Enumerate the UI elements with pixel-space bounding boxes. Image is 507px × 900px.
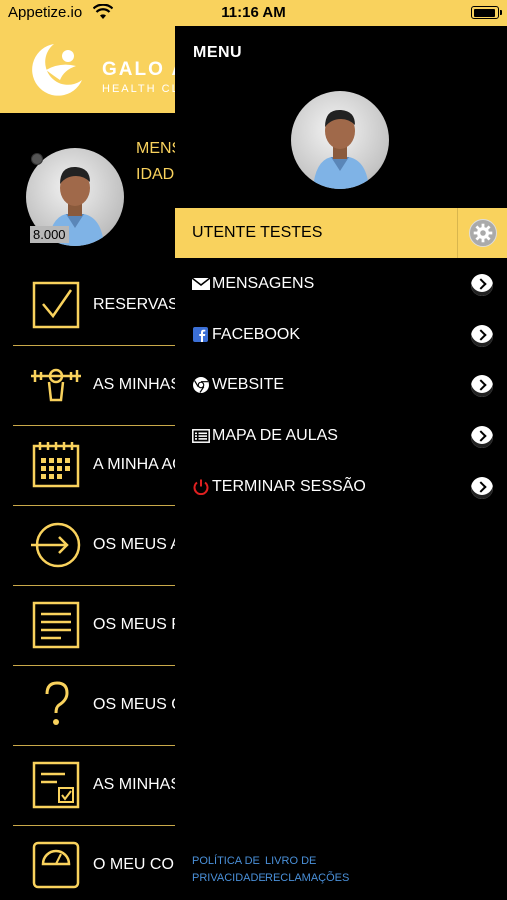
- main-item-agenda[interactable]: A MINHA AGEI: [13, 426, 200, 506]
- chevron-right-icon: [471, 375, 493, 397]
- complaints-book-link[interactable]: LIVRO DE RECLAMAÇÕES: [265, 853, 349, 887]
- chevron-right-icon: [471, 426, 493, 448]
- chevron-right-icon: [471, 274, 493, 296]
- status-time: 11:16 AM: [221, 4, 286, 21]
- main-item-acessos[interactable]: OS MEUS ACE: [13, 506, 203, 586]
- document-icon: [32, 601, 80, 649]
- menu-title: MENU: [193, 44, 243, 61]
- menu-item-facebook[interactable]: FACEBOOK: [175, 311, 507, 361]
- club-logo-icon: [32, 44, 82, 96]
- settings-button[interactable]: [457, 208, 507, 258]
- gear-icon: [469, 219, 497, 247]
- main-item-planos[interactable]: OS MEUS PLA: [13, 586, 201, 666]
- chevron-right-icon: [471, 477, 493, 499]
- main-item-controlo[interactable]: O MEU CONTR: [13, 826, 207, 900]
- calendar-icon: [32, 442, 80, 488]
- club-subtitle: HEALTH CL: [102, 83, 180, 95]
- privacy-link-line1: POLÍTICA DE: [192, 855, 260, 867]
- points-badge: 8.000: [30, 226, 69, 243]
- status-dot: [31, 153, 43, 165]
- menu-item-label: MENSAGENS: [212, 275, 315, 292]
- menu-item-terminar-sessao[interactable]: TERMINAR SESSÃO: [175, 463, 507, 513]
- chrome-icon: [193, 377, 209, 393]
- checkbox-icon: [32, 281, 80, 329]
- question-icon: [45, 681, 69, 725]
- power-icon: [193, 479, 209, 495]
- side-menu-drawer: MENU UTENTE TESTES MENSAGENS FACEBOOK WE…: [175, 26, 507, 900]
- list-icon: [192, 429, 210, 443]
- menu-item-mensagens[interactable]: MENSAGENS: [175, 260, 507, 310]
- evaluation-icon: [32, 761, 80, 809]
- menu-item-label: WEBSITE: [212, 376, 285, 393]
- menu-item-label: MAPA DE AULAS: [212, 427, 338, 444]
- menu-item-website[interactable]: WEBSITE: [175, 361, 507, 411]
- entry-arrow-icon: [31, 522, 81, 568]
- chevron-right-icon: [471, 325, 493, 347]
- main-item-questionarios[interactable]: OS MEUS QUE: [13, 666, 206, 746]
- status-bar: Appetize.io 11:16 AM: [0, 0, 507, 26]
- avatar-person-icon: [313, 109, 369, 189]
- battery-icon: [471, 6, 502, 19]
- privacy-policy-link[interactable]: POLÍTICA DE PRIVACIDADE: [192, 853, 266, 887]
- drawer-avatar[interactable]: [291, 91, 389, 189]
- menu-item-mapa-de-aulas[interactable]: MAPA DE AULAS: [175, 412, 507, 462]
- main-item-reservas[interactable]: RESERVAS: [13, 266, 179, 346]
- user-bar[interactable]: UTENTE TESTES: [175, 208, 507, 258]
- user-name: UTENTE TESTES: [192, 224, 323, 241]
- main-item-aulas[interactable]: AS MINHAS AU: [13, 346, 207, 426]
- main-item-label: RESERVAS: [93, 296, 179, 313]
- menu-item-label: FACEBOOK: [212, 326, 301, 343]
- envelope-icon: [192, 277, 210, 290]
- menu-item-label: TERMINAR SESSÃO: [212, 478, 366, 495]
- facebook-icon: [193, 327, 208, 342]
- complaints-link-line1: LIVRO DE: [265, 855, 317, 867]
- main-item-avaliacoes[interactable]: AS MINHAS AV: [13, 746, 205, 826]
- scale-icon: [32, 841, 80, 889]
- complaints-link-line2: RECLAMAÇÕES: [265, 872, 350, 884]
- privacy-link-line2: PRIVACIDADE: [192, 872, 266, 884]
- cyclist-icon: [31, 368, 81, 402]
